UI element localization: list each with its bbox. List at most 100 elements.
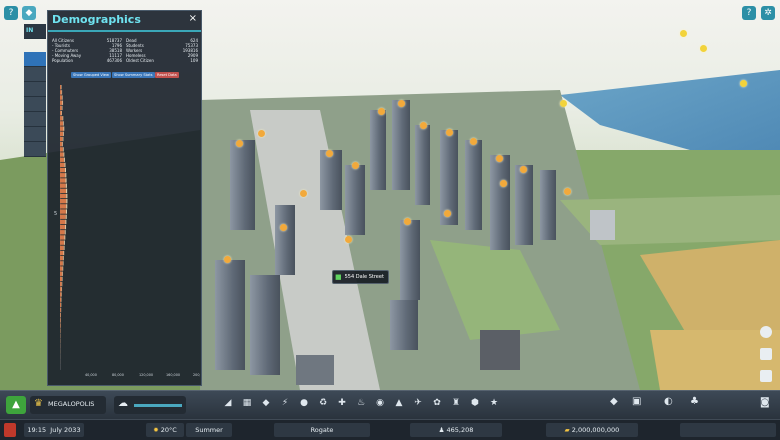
skyscraper bbox=[392, 100, 410, 190]
bulldozer-icon[interactable]: ◐ bbox=[664, 396, 678, 410]
bar bbox=[60, 121, 63, 125]
bar bbox=[66, 178, 67, 182]
bar bbox=[60, 126, 64, 130]
city-name-box[interactable]: ♛ MEGALOPOLIS bbox=[30, 396, 106, 414]
bar bbox=[60, 101, 62, 105]
happy-citizen-icon bbox=[740, 80, 747, 87]
bar bbox=[60, 318, 61, 322]
bar bbox=[60, 323, 61, 327]
bar bbox=[60, 163, 65, 167]
bar bbox=[60, 220, 65, 224]
zoning-icon[interactable]: ▦ bbox=[241, 397, 253, 409]
sidebar-tab[interactable] bbox=[24, 97, 46, 112]
bar bbox=[60, 297, 61, 301]
stat-row: Oldest Citizen109 bbox=[126, 58, 198, 63]
reset-data-button[interactable]: Reset Data bbox=[155, 72, 179, 78]
bar bbox=[60, 282, 62, 286]
skyscraper bbox=[215, 260, 245, 370]
chart-icon[interactable] bbox=[760, 370, 772, 382]
happy-citizen-icon bbox=[446, 129, 453, 136]
districts-icon[interactable]: ◆ bbox=[260, 397, 272, 409]
speed-buttons[interactable] bbox=[680, 423, 776, 437]
water-icon[interactable]: ● bbox=[298, 397, 310, 409]
fire-icon[interactable]: ♨ bbox=[355, 397, 367, 409]
beautification-icon[interactable]: ✿ bbox=[431, 397, 443, 409]
tiles-icon: ◆ bbox=[26, 8, 33, 18]
close-button[interactable]: × bbox=[189, 13, 197, 24]
skyscraper bbox=[230, 140, 255, 230]
sidebar-tab[interactable] bbox=[24, 112, 46, 127]
bar bbox=[65, 173, 66, 177]
bar bbox=[65, 163, 66, 167]
sidebar-tab[interactable] bbox=[24, 82, 46, 97]
pause-button[interactable] bbox=[4, 423, 16, 437]
info-views-button[interactable]: ? bbox=[4, 6, 18, 20]
happy-citizen-icon bbox=[444, 210, 451, 217]
garbage-icon[interactable]: ♻ bbox=[317, 397, 329, 409]
grouped-view-button[interactable]: Show Grouped View bbox=[71, 72, 111, 78]
bar bbox=[65, 230, 66, 234]
bar bbox=[60, 132, 63, 136]
camera-icon[interactable]: ◙ bbox=[760, 397, 774, 411]
bar bbox=[66, 194, 67, 198]
bar bbox=[60, 111, 61, 115]
speed-slider[interactable] bbox=[134, 404, 182, 407]
bar bbox=[63, 147, 64, 151]
bar bbox=[64, 152, 65, 156]
police-icon[interactable]: ◉ bbox=[374, 397, 386, 409]
speed-control[interactable]: ☁ bbox=[114, 396, 186, 414]
electricity-icon[interactable]: ⚡ bbox=[279, 397, 291, 409]
help-button[interactable]: ? bbox=[742, 6, 756, 20]
summary-stats-button[interactable]: Show Summary Stats bbox=[112, 72, 155, 78]
chirper-icon[interactable] bbox=[760, 326, 772, 338]
sidebar-tab-population[interactable] bbox=[24, 52, 46, 67]
bar bbox=[60, 95, 62, 99]
info-icon: ? bbox=[9, 8, 14, 18]
skyscraper bbox=[370, 110, 386, 190]
happy-citizen-icon bbox=[236, 140, 243, 147]
healthcare-icon[interactable]: ✚ bbox=[336, 397, 348, 409]
transport-icon[interactable]: ✈ bbox=[412, 397, 424, 409]
bar bbox=[64, 251, 65, 255]
building bbox=[480, 330, 520, 370]
sidebar-tab[interactable] bbox=[24, 67, 46, 82]
x-tick-label: 160,000 bbox=[166, 373, 180, 377]
unlocks-button[interactable]: ◆ bbox=[22, 6, 36, 20]
radio-station[interactable]: Rogate bbox=[274, 423, 370, 437]
bar bbox=[63, 116, 64, 120]
roads-icon[interactable]: ◢ bbox=[222, 397, 234, 409]
bar bbox=[65, 220, 66, 224]
temperature-value: 20°C bbox=[161, 426, 177, 434]
age-distribution-chart: 040,00080,000120,000160,000200,000 bbox=[60, 83, 200, 378]
stat-row: Population467306 bbox=[52, 58, 122, 63]
bar bbox=[60, 287, 62, 291]
bar bbox=[60, 173, 65, 177]
pause-icon[interactable]: ▣ bbox=[632, 396, 646, 410]
population-value: 465,208 bbox=[447, 426, 474, 434]
info-panel-header: IN bbox=[24, 24, 46, 39]
eraser-icon[interactable]: ◆ bbox=[610, 396, 624, 410]
stat-value: 109 bbox=[190, 58, 198, 63]
bar bbox=[62, 101, 63, 105]
bar bbox=[60, 158, 64, 162]
bar bbox=[63, 137, 64, 141]
skyscraper bbox=[390, 300, 418, 350]
panel-divider bbox=[48, 30, 201, 32]
grouped-view-label: Show Grouped View bbox=[73, 73, 109, 77]
sidebar-tab[interactable] bbox=[24, 127, 46, 142]
bar bbox=[60, 240, 64, 244]
info-icon[interactable] bbox=[760, 348, 772, 360]
bar bbox=[60, 292, 61, 296]
landscaping-icon[interactable]: ⬢ bbox=[469, 397, 481, 409]
skyscraper bbox=[515, 165, 533, 245]
zone-view-button[interactable]: ▲ bbox=[6, 396, 26, 414]
unique-icon[interactable]: ★ bbox=[488, 397, 500, 409]
sidebar-tab[interactable] bbox=[24, 142, 46, 157]
settings-button[interactable]: ✲ bbox=[761, 6, 775, 20]
x-tick-label: 80,000 bbox=[112, 373, 124, 377]
bar bbox=[60, 147, 63, 151]
education-icon[interactable]: ▲ bbox=[393, 397, 405, 409]
tree-icon[interactable]: ♣ bbox=[690, 396, 704, 410]
bar bbox=[60, 142, 62, 146]
monuments-icon[interactable]: ♜ bbox=[450, 397, 462, 409]
